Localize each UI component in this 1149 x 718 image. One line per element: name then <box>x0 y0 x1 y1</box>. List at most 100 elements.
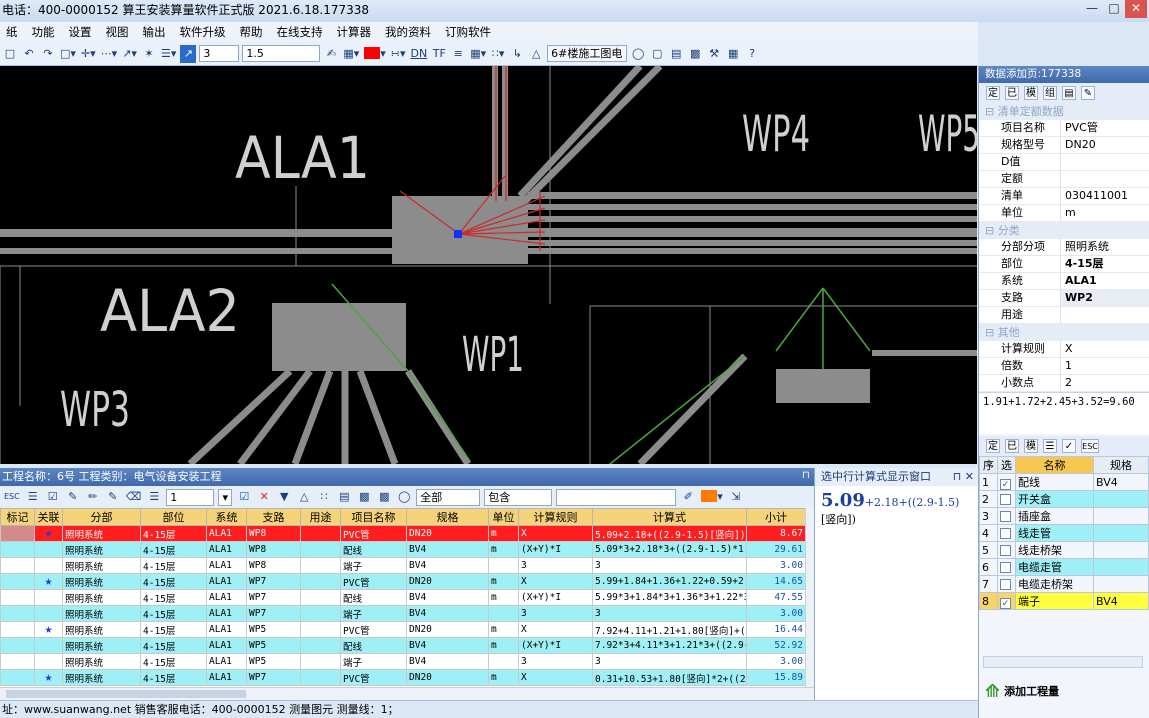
row-checkbox[interactable] <box>997 575 1016 593</box>
esc-icon[interactable]: ESC <box>3 488 21 506</box>
section-other[interactable]: ⊟ 其他 <box>979 324 1149 341</box>
pin-icon[interactable]: ⊓ <box>802 470 810 481</box>
color-picker-icon[interactable]: ▾ <box>363 45 387 63</box>
selection-row[interactable]: 8 ✓ 端子 BV4 <box>979 592 1149 610</box>
pen-icon[interactable]: ✎ <box>105 488 121 506</box>
mark-cell[interactable] <box>0 589 35 606</box>
close-icon[interactable]: ⊓ ✕ <box>953 468 978 486</box>
prop-value[interactable]: DN20 <box>1061 137 1149 153</box>
menu-item-my-data[interactable]: 我的资料 <box>379 24 439 40</box>
group-icon[interactable]: 组 <box>1043 86 1057 100</box>
chart-icon[interactable]: ▩ <box>687 45 703 63</box>
eraser-icon[interactable]: ⌫ <box>125 488 143 506</box>
table-row[interactable]: ★ 照明系统 4-15层 ALA1 WP8 PVC管 DN20 m X 5.09+2.18+((2… <box>0 525 805 542</box>
cell-fb[interactable]: 照明系统 <box>62 557 141 574</box>
prop-row[interactable]: 支路 WP2 <box>979 290 1149 307</box>
cell-mc[interactable]: PVC管 <box>340 573 407 590</box>
cell-fb[interactable]: 照明系统 <box>62 637 141 654</box>
blocks-icon[interactable]: ▦▾ <box>469 45 487 63</box>
line-style-icon[interactable]: ⋯▾ <box>100 45 119 63</box>
row-name[interactable]: 电缆走管 <box>1015 558 1094 576</box>
check-all-icon[interactable]: ☑ <box>45 488 61 506</box>
cell-fb[interactable]: 照明系统 <box>62 605 141 622</box>
cell-gz[interactable]: X <box>518 573 593 590</box>
row-spec[interactable] <box>1093 541 1149 559</box>
cell-dw[interactable]: m <box>488 621 519 638</box>
table-row[interactable]: ★ 照明系统 4-15层 ALA1 WP7 PVC管 DN20 m X 5.99+1.84+1.3… <box>0 573 805 590</box>
cell-bw[interactable]: 4-15层 <box>140 653 207 670</box>
section-classification[interactable]: ⊟ 分类 <box>979 222 1149 239</box>
col-header[interactable]: 标记 <box>0 508 35 526</box>
cell-xt[interactable]: ALA1 <box>206 637 247 654</box>
row-checkbox[interactable] <box>997 507 1016 525</box>
prop-value[interactable]: m <box>1061 205 1149 221</box>
row-checkbox[interactable] <box>997 541 1016 559</box>
line-weight-icon[interactable]: ☰▾ <box>160 45 177 63</box>
delete-icon[interactable]: ✕ <box>256 488 272 506</box>
cell-yt[interactable] <box>300 621 341 638</box>
cad-drawing[interactable]: ALA1 ALA2 WP1 WP3 WP4 WP5 <box>0 66 977 464</box>
redo-icon[interactable]: ↷ <box>40 45 56 63</box>
cell-js[interactable]: 3 <box>592 605 747 622</box>
cell-gz[interactable]: X <box>518 669 593 686</box>
cell-js[interactable]: 3 <box>592 653 747 670</box>
measure-icon[interactable]: ↗ <box>180 44 197 63</box>
template-icon[interactable]: 模 <box>1024 439 1038 453</box>
row-name[interactable]: 插座盒 <box>1015 507 1094 525</box>
link-cell[interactable]: ★ <box>34 573 63 590</box>
rows-icon[interactable]: ☰ <box>146 488 162 506</box>
brush-icon[interactable]: ∺▾ <box>390 45 407 63</box>
cell-xj[interactable]: 15.89 <box>746 669 805 686</box>
cell-gz[interactable]: X <box>518 525 593 542</box>
cell-yt[interactable] <box>300 605 341 622</box>
col-header[interactable]: 支路 <box>246 508 301 526</box>
selection-row[interactable]: 3 插座盒 <box>979 507 1149 525</box>
template-icon[interactable]: 模 <box>1024 86 1038 100</box>
filter-list-icon[interactable]: ☰ <box>25 488 41 506</box>
cell-dw[interactable]: m <box>488 573 519 590</box>
link-cell[interactable] <box>34 605 63 622</box>
col-header[interactable]: 用途 <box>300 508 341 526</box>
selection-row[interactable]: 2 开关盒 <box>979 490 1149 508</box>
row-spec[interactable] <box>1093 558 1149 576</box>
prop-value[interactable]: ALA1 <box>1061 273 1149 289</box>
menu-item-view[interactable]: 视图 <box>100 24 137 40</box>
prop-row[interactable]: 规格型号 DN20 <box>979 137 1149 154</box>
cell-js[interactable]: 5.99*3+1.84*3+1.36*3+1.22*3+ <box>592 589 747 606</box>
cell-gg[interactable]: BV4 <box>406 637 489 654</box>
cell-gg[interactable]: DN20 <box>406 669 489 686</box>
selection-row[interactable]: 1 ✓ 配线 BV4 <box>979 473 1149 491</box>
cell-yt[interactable] <box>300 669 341 686</box>
snap-icon[interactable]: ↗▾ <box>121 45 138 63</box>
cell-yt[interactable] <box>300 637 341 654</box>
menu-item-upgrade[interactable]: 软件升级 <box>174 24 234 40</box>
grid-hscroll[interactable] <box>0 687 814 700</box>
menu-item-paper[interactable]: 纸 <box>0 24 26 40</box>
row-name[interactable]: 开关盒 <box>1015 490 1094 508</box>
cell-xj[interactable]: 3.00 <box>746 653 805 670</box>
table-row[interactable]: 照明系统 4-15层 ALA1 WP8 端子 BV4 3 3 3.00 <box>0 557 805 574</box>
link-cell[interactable] <box>34 589 63 606</box>
prop-value[interactable]: 照明系统 <box>1061 239 1149 255</box>
eraser-icon[interactable]: ✎ <box>1081 86 1095 100</box>
filter-icon[interactable]: ▼ <box>276 488 292 506</box>
cell-gg[interactable]: DN20 <box>406 573 489 590</box>
cell-dw[interactable]: m <box>488 669 519 686</box>
cell-gg[interactable]: BV4 <box>406 605 489 622</box>
prop-value[interactable]: 2 <box>1061 375 1149 391</box>
cell-js[interactable]: 5.09*3+2.18*3+((2.9-1.5)*1. <box>592 541 747 558</box>
already-icon[interactable]: 已 <box>1005 86 1019 100</box>
cell-dw[interactable]: m <box>488 541 519 558</box>
row-checkbox[interactable]: ✓ <box>997 592 1016 610</box>
cell-gz[interactable]: (X+Y)*I <box>518 589 593 606</box>
layer-input[interactable]: 3 <box>199 45 240 62</box>
table-row[interactable]: ★ 照明系统 4-15层 ALA1 WP5 PVC管 DN20 m X 7.92+4.11+1.2… <box>0 621 805 638</box>
cell-gz[interactable]: 3 <box>518 605 593 622</box>
cell-mc[interactable]: 端子 <box>340 557 407 574</box>
prop-row[interactable]: 单位 m <box>979 205 1149 222</box>
cell-zl[interactable]: WP7 <box>246 605 301 622</box>
row-name[interactable]: 配线 <box>1015 473 1094 491</box>
prop-row[interactable]: 部位 4-15层 <box>979 256 1149 273</box>
range-select[interactable]: 全部 <box>416 488 481 506</box>
cell-bw[interactable]: 4-15层 <box>140 557 207 574</box>
